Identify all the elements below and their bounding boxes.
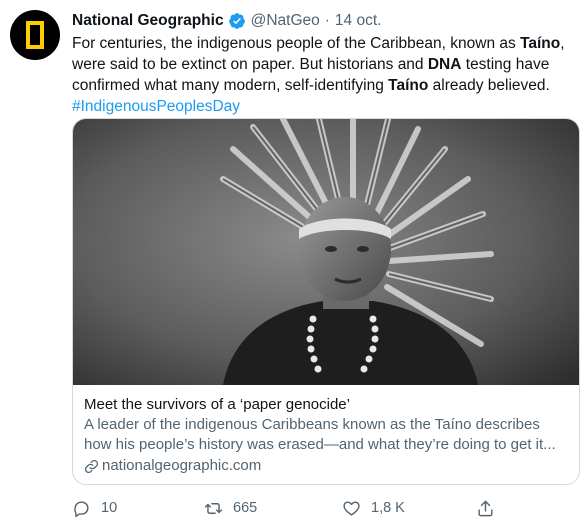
like-icon xyxy=(343,500,360,516)
card-description-line: how his people’s history was erased—and … xyxy=(84,436,556,453)
hashtag-link[interactable]: #IndigenousPeoplesDay xyxy=(72,96,572,117)
tweet[interactable]: National Geographic @NatGeo · 14 oct. Fo… xyxy=(0,0,584,528)
tweet-text-line: For centuries, the indigenous people of … xyxy=(72,35,565,52)
card-text[interactable]: Meet the survivors of a ‘paper genocide’… xyxy=(84,395,574,477)
author-handle[interactable]: @NatGeo xyxy=(251,12,320,30)
tweet-text-line: confirmed what many modern, self-identif… xyxy=(72,77,550,94)
card-description-line: A leader of the indigenous Caribbeans kn… xyxy=(84,416,540,433)
separator: · xyxy=(324,12,330,29)
tweet-date[interactable]: 14 oct. xyxy=(335,12,382,30)
author-name[interactable]: National Geographic xyxy=(72,12,224,30)
retweet-count: 665 xyxy=(233,500,258,516)
link-card[interactable]: Meet the survivors of a ‘paper genocide’… xyxy=(72,118,580,485)
natgeo-logo-icon xyxy=(26,21,44,49)
link-icon xyxy=(84,459,99,473)
share-icon xyxy=(478,500,493,516)
action-bar: 10 665 1,8 K xyxy=(72,496,502,520)
card-title[interactable]: Meet the survivors of a ‘paper genocide’ xyxy=(84,395,574,415)
tweet-header: National Geographic @NatGeo · 14 oct. xyxy=(72,10,381,32)
reply-icon xyxy=(74,500,89,517)
reply-count: 10 xyxy=(101,500,118,516)
verified-badge-icon xyxy=(228,13,245,29)
tweet-text: For centuries, the indigenous people of … xyxy=(72,33,572,117)
retweet-icon xyxy=(204,502,223,514)
reply-button[interactable]: 10 xyxy=(72,496,117,520)
card-link-text[interactable]: nationalgeographic.com xyxy=(102,455,261,477)
like-button[interactable]: 1,8 K xyxy=(342,496,405,520)
card-link[interactable]: nationalgeographic.com xyxy=(84,455,574,477)
tweet-text-line: were said to be extinct on paper. But hi… xyxy=(72,56,550,73)
avatar[interactable] xyxy=(10,10,60,60)
like-count: 1,8 K xyxy=(371,500,405,516)
card-image[interactable] xyxy=(73,119,579,385)
retweet-button[interactable]: 665 xyxy=(204,496,257,520)
share-button[interactable] xyxy=(476,496,505,520)
